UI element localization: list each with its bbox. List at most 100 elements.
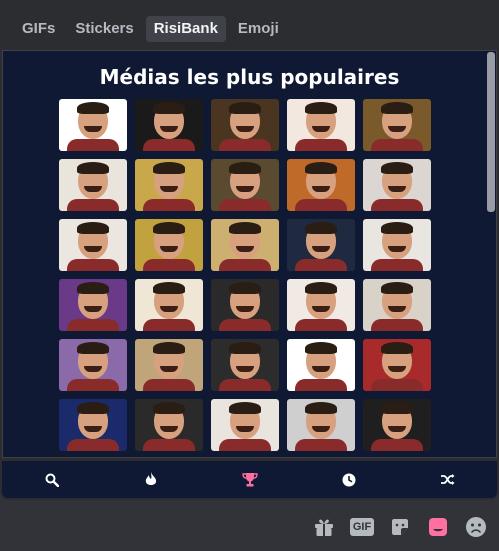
thumbnail-hair	[153, 342, 185, 354]
thumbnail-hair	[77, 402, 109, 414]
picker-tabs: GIFs Stickers RisiBank Emoji	[14, 16, 287, 42]
media-thumbnail[interactable]	[287, 159, 355, 211]
media-thumbnail[interactable]	[363, 339, 431, 391]
thumbnail-figure-body	[143, 139, 195, 151]
media-thumbnail[interactable]	[287, 219, 355, 271]
thumbnail-figure-body	[143, 319, 195, 331]
media-thumbnail[interactable]	[211, 159, 279, 211]
thumbnail-figure-body	[219, 139, 271, 151]
media-thumbnail[interactable]	[287, 399, 355, 451]
gif-icon-label: GIF	[349, 518, 375, 536]
thumbnail-hair	[229, 162, 261, 174]
media-thumbnail[interactable]	[211, 99, 279, 151]
media-thumbnail[interactable]	[135, 219, 203, 271]
thumbnail-figure-body	[219, 319, 271, 331]
search-icon[interactable]	[43, 471, 61, 489]
thumbnail-figure-body	[219, 259, 271, 271]
thumbnail-figure-body	[371, 199, 423, 211]
thumbnail-hair	[77, 282, 109, 294]
thumbnail-hair	[153, 222, 185, 234]
thumbnail-hair	[229, 222, 261, 234]
thumbnail-figure-body	[371, 259, 423, 271]
media-thumbnail[interactable]	[59, 339, 127, 391]
thumbnail-hair	[229, 282, 261, 294]
media-thumbnail[interactable]	[287, 279, 355, 331]
risibank-toolbar	[2, 461, 497, 498]
thumbnail-figure-body	[67, 199, 119, 211]
media-thumbnail[interactable]	[211, 399, 279, 451]
media-thumbnail[interactable]	[59, 159, 127, 211]
thumbnail-hair	[305, 402, 337, 414]
thumbnail-hair	[153, 402, 185, 414]
media-thumbnail[interactable]	[59, 99, 127, 151]
thumbnail-figure-body	[295, 199, 347, 211]
thumbnail-hair	[381, 342, 413, 354]
shuffle-icon[interactable]	[439, 471, 457, 489]
trophy-icon[interactable]	[241, 471, 259, 489]
thumbnail-hair	[381, 102, 413, 114]
thumbnail-figure-body	[67, 319, 119, 331]
media-thumbnail[interactable]	[59, 279, 127, 331]
thumbnail-hair	[229, 102, 261, 114]
media-thumbnail[interactable]	[211, 339, 279, 391]
thumbnail-hair	[305, 342, 337, 354]
media-thumbnail[interactable]	[59, 399, 127, 451]
media-thumbnail[interactable]	[363, 399, 431, 451]
media-thumbnail[interactable]	[135, 99, 203, 151]
thumbnail-figure-body	[219, 199, 271, 211]
panel-scrollbar[interactable]	[487, 52, 495, 212]
thumbnail-figure-body	[295, 439, 347, 451]
thumbnail-hair	[381, 162, 413, 174]
thumbnail-figure-body	[67, 439, 119, 451]
thumbnail-figure-body	[371, 319, 423, 331]
thumbnail-hair	[77, 222, 109, 234]
sticker-icon[interactable]	[387, 514, 413, 540]
tab-gifs[interactable]: GIFs	[14, 16, 63, 42]
emoji-icon[interactable]	[463, 514, 489, 540]
media-picker: GIFs Stickers RisiBank Emoji Médias les …	[0, 0, 499, 500]
thumbnail-figure-body	[371, 379, 423, 391]
thumbnail-hair	[305, 222, 337, 234]
risibank-panel: Médias les plus populaires	[2, 50, 497, 458]
thumbnail-figure-body	[143, 379, 195, 391]
thumbnail-figure-body	[295, 259, 347, 271]
thumbnail-figure-body	[67, 259, 119, 271]
panel-title: Médias les plus populaires	[99, 65, 400, 89]
media-thumbnail[interactable]	[59, 219, 127, 271]
media-thumbnail[interactable]	[211, 279, 279, 331]
chat-input-buttons: GIF	[311, 514, 489, 540]
media-thumbnail[interactable]	[363, 219, 431, 271]
thumbnail-hair	[381, 222, 413, 234]
media-thumbnail[interactable]	[363, 99, 431, 151]
media-thumbnail[interactable]	[287, 339, 355, 391]
media-thumbnail[interactable]	[211, 219, 279, 271]
thumbnail-figure-body	[219, 379, 271, 391]
thumbnail-hair	[153, 102, 185, 114]
thumbnail-hair	[229, 342, 261, 354]
thumbnail-hair	[77, 342, 109, 354]
media-thumbnail[interactable]	[135, 279, 203, 331]
thumbnail-figure-body	[67, 139, 119, 151]
clock-icon[interactable]	[340, 471, 358, 489]
thumbnail-figure-body	[143, 439, 195, 451]
risibank-icon[interactable]	[425, 514, 451, 540]
thumbnail-hair	[305, 282, 337, 294]
media-thumbnail[interactable]	[135, 339, 203, 391]
gift-icon[interactable]	[311, 514, 337, 540]
thumbnail-figure-body	[67, 379, 119, 391]
media-thumbnail[interactable]	[363, 159, 431, 211]
media-thumbnail[interactable]	[363, 279, 431, 331]
tab-risibank[interactable]: RisiBank	[145, 16, 226, 42]
media-thumbnail[interactable]	[135, 399, 203, 451]
tab-emoji[interactable]: Emoji	[230, 16, 287, 42]
thumbnail-hair	[77, 102, 109, 114]
gif-icon[interactable]: GIF	[349, 514, 375, 540]
thumbnail-figure-body	[371, 139, 423, 151]
media-thumbnail[interactable]	[287, 99, 355, 151]
thumbnail-figure-body	[219, 439, 271, 451]
fire-icon[interactable]	[142, 471, 160, 489]
media-thumbnail[interactable]	[135, 159, 203, 211]
thumbnail-hair	[381, 402, 413, 414]
thumbnail-hair	[153, 162, 185, 174]
tab-stickers[interactable]: Stickers	[67, 16, 141, 42]
